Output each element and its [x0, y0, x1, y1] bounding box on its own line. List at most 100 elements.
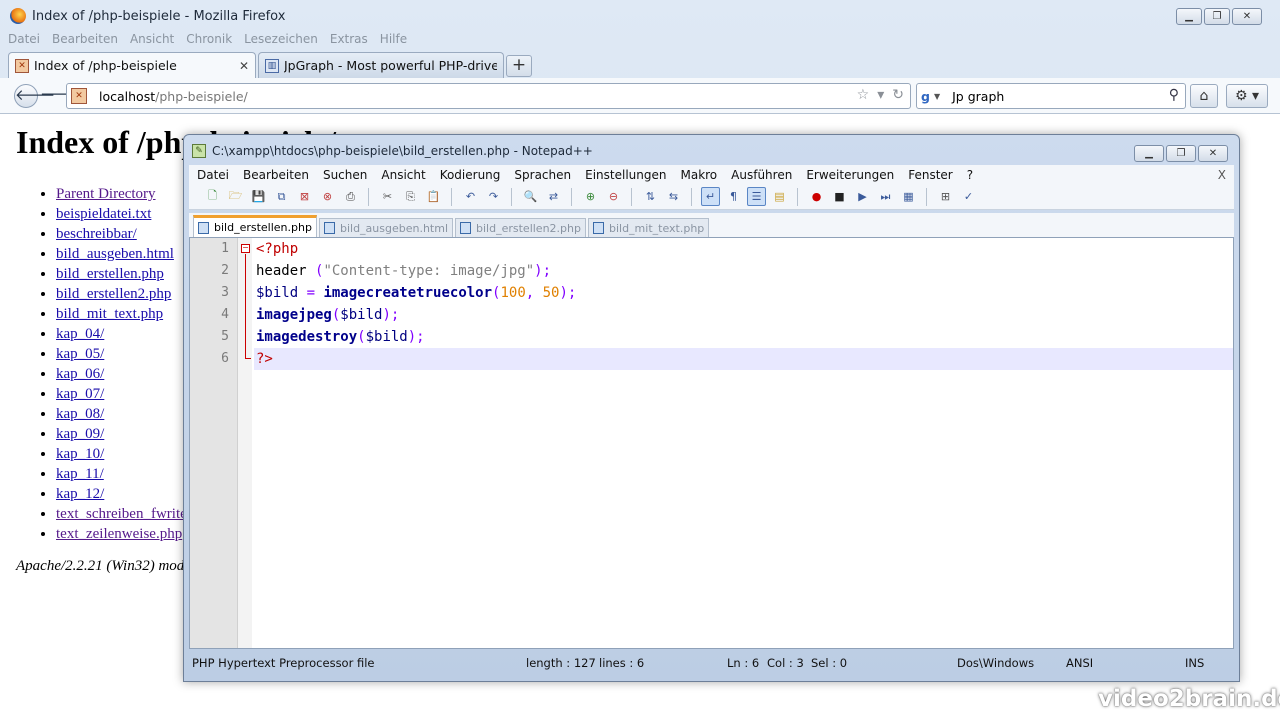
dropdown-arrow-icon[interactable]: ▾ — [877, 87, 884, 103]
indent-guide-icon[interactable]: ☰ — [747, 187, 766, 206]
close-all-icon[interactable]: ⊗ — [318, 187, 337, 206]
tab-jpgraph[interactable]: ▥ JpGraph - Most powerful PHP-driven ... — [258, 52, 504, 78]
play-macro-icon[interactable]: ▶ — [853, 187, 872, 206]
link-kap-09[interactable]: kap_09/ — [56, 426, 104, 442]
sync-vertical-icon[interactable]: ⇅ — [641, 187, 660, 206]
google-icon[interactable]: g — [921, 89, 930, 104]
copy-icon[interactable]: ⎘ — [401, 187, 420, 206]
link-kap-08[interactable]: kap_08/ — [56, 406, 104, 422]
menu-chronik[interactable]: Chronik — [186, 32, 232, 48]
link-kap-10[interactable]: kap_10/ — [56, 446, 104, 462]
find-icon[interactable]: 🔍 — [521, 187, 540, 206]
user-language-icon[interactable]: ▤ — [770, 187, 789, 206]
menu-ansicht[interactable]: Ansicht — [130, 32, 174, 48]
print-icon[interactable]: ⎙ — [341, 187, 360, 206]
search-bar[interactable]: g ▼ Jp graph ⚲ — [916, 83, 1186, 109]
npp-menu-datei[interactable]: Datei — [197, 168, 229, 182]
link-text-zeilenweise[interactable]: text_zeilenweise.php — [56, 526, 182, 542]
minimize-button[interactable]: ▁ — [1176, 8, 1202, 25]
save-icon[interactable]: 💾 — [249, 187, 268, 206]
npp-menu-sprachen[interactable]: Sprachen — [514, 168, 571, 182]
npp-menu-ausfuehren[interactable]: Ausführen — [731, 168, 792, 182]
record-macro-icon[interactable]: ● — [807, 187, 826, 206]
tab-index[interactable]: ✕ Index of /php-beispiele ✕ — [8, 52, 256, 78]
search-icon[interactable]: ⚲ — [1169, 87, 1179, 103]
word-wrap-icon[interactable]: ↵ — [701, 187, 720, 206]
doc-tab-bild-erstellen2[interactable]: bild_erstellen2.php — [455, 218, 586, 237]
spellcheck-icon[interactable]: ✓ — [959, 187, 978, 206]
doc-tab-bild-ausgeben[interactable]: bild_ausgeben.html — [318, 218, 454, 237]
fold-collapse-icon[interactable]: − — [241, 244, 250, 253]
editor-minimize-button[interactable]: ▁ — [1134, 145, 1164, 162]
addons-button[interactable]: ⚙ ▾ — [1226, 84, 1268, 108]
save-macro-icon[interactable]: ▦ — [899, 187, 918, 206]
npp-menu-makro[interactable]: Makro — [680, 168, 717, 182]
npp-menu-help[interactable]: ? — [967, 168, 973, 182]
npp-menu-erweiterungen[interactable]: Erweiterungen — [806, 168, 894, 182]
redo-icon[interactable]: ↷ — [484, 187, 503, 206]
new-file-icon[interactable]: 🗋 — [203, 187, 222, 206]
save-all-icon[interactable]: ⧉ — [272, 187, 291, 206]
undo-icon[interactable]: ↶ — [461, 187, 480, 206]
link-bild-erstellen2[interactable]: bild_erstellen2.php — [56, 286, 171, 302]
doc-tab-bild-erstellen[interactable]: bild_erstellen.php — [193, 215, 317, 237]
maximize-button[interactable]: ❐ — [1204, 8, 1230, 25]
run-macro-multiple-icon[interactable]: ⏭ — [876, 187, 895, 206]
link-bild-erstellen[interactable]: bild_erstellen.php — [56, 266, 164, 282]
close-button[interactable]: ✕ — [1232, 8, 1262, 25]
zoom-in-icon[interactable]: ⊕ — [581, 187, 600, 206]
open-file-icon[interactable]: 🗁 — [226, 187, 245, 206]
link-kap-12[interactable]: kap_12/ — [56, 486, 104, 502]
new-tab-button[interactable]: + — [506, 55, 532, 77]
cut-icon[interactable]: ✂ — [378, 187, 397, 206]
npp-menu-ansicht[interactable]: Ansicht — [381, 168, 425, 182]
code-text[interactable]: <?php header ("Content-type: image/jpg")… — [254, 238, 1233, 370]
sync-horizontal-icon[interactable]: ⇆ — [664, 187, 683, 206]
link-kap-11[interactable]: kap_11/ — [56, 466, 104, 482]
link-kap-04[interactable]: kap_04/ — [56, 326, 104, 342]
tab-close-icon[interactable]: ✕ — [239, 59, 249, 73]
npp-menu-einstellungen[interactable]: Einstellungen — [585, 168, 666, 182]
home-button[interactable]: ⌂ — [1190, 84, 1218, 108]
zoom-out-icon[interactable]: ⊖ — [604, 187, 623, 206]
show-all-chars-icon[interactable]: ¶ — [724, 187, 743, 206]
search-input[interactable]: Jp graph — [952, 89, 1004, 104]
npp-menu-fenster[interactable]: Fenster — [908, 168, 953, 182]
line-number-gutter: 1 2 3 4 5 6 — [190, 238, 238, 648]
close-document-icon[interactable]: X — [1218, 168, 1226, 182]
replace-icon[interactable]: ⇄ — [544, 187, 563, 206]
npp-menu-bearbeiten[interactable]: Bearbeiten — [243, 168, 309, 182]
link-bild-mit-text[interactable]: bild_mit_text.php — [56, 306, 163, 322]
reload-icon[interactable]: ↻ — [892, 87, 904, 103]
forward-button[interactable]: 🡒 — [40, 84, 80, 108]
url-bar[interactable]: ✕ localhost /php-beispiele/ ☆ ▾ ↻ — [66, 83, 911, 109]
editor-maximize-button[interactable]: ❐ — [1166, 145, 1196, 162]
code-editor[interactable]: 1 2 3 4 5 6 − <?php header ("Content-typ… — [189, 237, 1234, 649]
file-icon — [460, 222, 472, 234]
menu-extras[interactable]: Extras — [330, 32, 368, 48]
stop-macro-icon[interactable]: ■ — [830, 187, 849, 206]
link-bild-ausgeben[interactable]: bild_ausgeben.html — [56, 246, 174, 262]
npp-menu-suchen[interactable]: Suchen — [323, 168, 367, 182]
link-parent-directory[interactable]: Parent Directory — [56, 186, 156, 202]
plugin-icon[interactable]: ⊞ — [936, 187, 955, 206]
menu-datei[interactable]: Datei — [8, 32, 40, 48]
link-kap-07[interactable]: kap_07/ — [56, 386, 104, 402]
paste-icon[interactable]: 📋 — [424, 187, 443, 206]
back-button[interactable]: 🡐 — [14, 84, 55, 108]
menu-lesezeichen[interactable]: Lesezeichen — [244, 32, 318, 48]
menu-bearbeiten[interactable]: Bearbeiten — [52, 32, 118, 48]
link-beispieldatei[interactable]: beispieldatei.txt — [56, 206, 151, 222]
link-kap-05[interactable]: kap_05/ — [56, 346, 104, 362]
link-beschreibbar[interactable]: beschreibbar/ — [56, 226, 137, 242]
link-kap-06[interactable]: kap_06/ — [56, 366, 104, 382]
status-encoding: ANSI — [1066, 656, 1094, 670]
npp-menu-kodierung[interactable]: Kodierung — [440, 168, 501, 182]
search-engine-dropdown-icon[interactable]: ▼ — [934, 92, 940, 101]
editor-close-button[interactable]: ✕ — [1198, 145, 1228, 162]
doc-tab-bild-mit-text[interactable]: bild_mit_text.php — [587, 218, 710, 237]
close-file-icon[interactable]: ⊠ — [295, 187, 314, 206]
toolbar-separator — [451, 187, 453, 206]
bookmark-star-icon[interactable]: ☆ — [857, 87, 870, 103]
menu-hilfe[interactable]: Hilfe — [380, 32, 407, 48]
